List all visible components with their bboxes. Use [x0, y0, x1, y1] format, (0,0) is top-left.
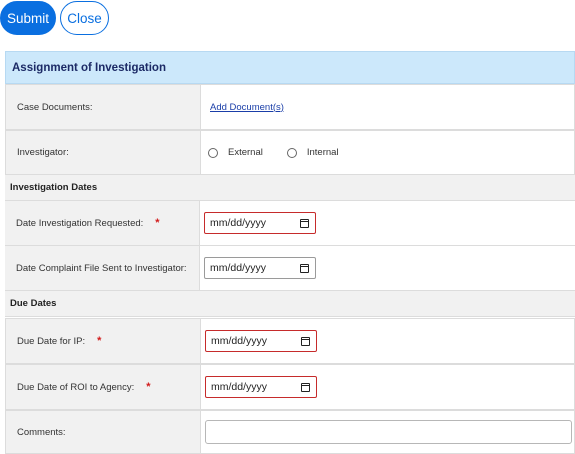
investigator-label: Investigator:	[6, 131, 201, 174]
submit-button[interactable]: Submit	[0, 1, 56, 35]
date-requested-label: Date Investigation Requested:	[16, 217, 144, 229]
date-requested-row: Date Investigation Requested: * mm/dd/yy…	[5, 201, 575, 246]
investigator-radio-group: External Internal	[205, 147, 360, 158]
add-documents-link[interactable]: Add Document(s)	[210, 102, 284, 113]
radio-external[interactable]	[208, 147, 218, 158]
toolbar: Submit Close	[0, 0, 575, 36]
date-sent-label: Date Complaint File Sent to Investigator…	[5, 246, 200, 290]
due-ip-placeholder: mm/dd/yyyy	[211, 335, 268, 347]
assignment-form: Assignment of Investigation Case Documen…	[5, 51, 575, 454]
due-roi-input[interactable]: mm/dd/yyyy	[205, 376, 317, 398]
radio-external-label[interactable]: External	[228, 147, 263, 158]
required-marker: *	[146, 380, 151, 393]
case-documents-row: Case Documents: Add Document(s)	[5, 84, 575, 130]
required-marker: *	[155, 216, 160, 229]
due-roi-placeholder: mm/dd/yyyy	[211, 381, 268, 393]
calendar-icon[interactable]	[301, 382, 310, 392]
date-requested-input[interactable]: mm/dd/yyyy	[204, 212, 316, 234]
form-title: Assignment of Investigation	[5, 51, 575, 84]
calendar-icon[interactable]	[301, 336, 310, 346]
radio-internal[interactable]	[286, 147, 297, 158]
required-marker: *	[97, 334, 102, 347]
calendar-icon[interactable]	[300, 263, 309, 273]
calendar-icon[interactable]	[300, 218, 309, 228]
due-roi-row: Due Date of ROI to Agency: * mm/dd/yyyy	[5, 364, 575, 410]
radio-internal-label[interactable]: Internal	[307, 147, 339, 158]
case-documents-label: Case Documents:	[6, 85, 201, 129]
comments-input[interactable]	[205, 420, 572, 444]
due-dates-heading: Due Dates	[5, 291, 575, 317]
due-ip-label: Due Date for IP:	[17, 335, 86, 347]
date-requested-placeholder: mm/dd/yyyy	[210, 217, 267, 229]
due-roi-label: Due Date of ROI to Agency:	[17, 381, 135, 393]
date-sent-placeholder: mm/dd/yyyy	[210, 262, 267, 274]
date-sent-input[interactable]: mm/dd/yyyy	[204, 257, 316, 279]
investigation-dates-heading: Investigation Dates	[5, 175, 575, 201]
due-ip-input[interactable]: mm/dd/yyyy	[205, 330, 317, 352]
comments-row: Comments:	[5, 410, 575, 454]
due-ip-row: Due Date for IP: * mm/dd/yyyy	[5, 318, 575, 364]
investigator-row: Investigator: External Internal	[5, 130, 575, 175]
comments-label: Comments:	[6, 411, 201, 453]
close-button[interactable]: Close	[60, 1, 109, 35]
date-sent-row: Date Complaint File Sent to Investigator…	[5, 246, 575, 291]
